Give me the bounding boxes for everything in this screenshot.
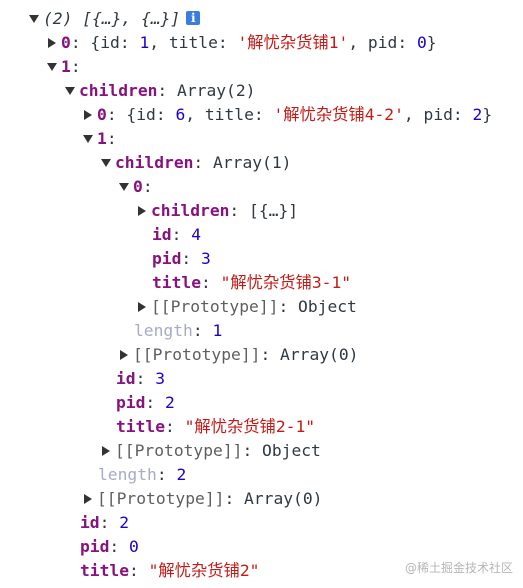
children-l3-row[interactable]: children: [{…}] xyxy=(137,199,298,223)
grandchild-0-row[interactable]: 0: xyxy=(119,175,153,199)
property-value: [{…}] xyxy=(249,201,299,220)
property-value: Array(1) xyxy=(213,153,292,172)
collapse-triangle-icon[interactable] xyxy=(101,158,111,167)
prototype-key: [[Prototype]] xyxy=(115,441,243,460)
l1-prototype-row[interactable]: [[Prototype]]: Array(0) xyxy=(83,487,322,511)
item-1-row[interactable]: 1: xyxy=(47,55,81,79)
children-l2-row[interactable]: children: Array(1) xyxy=(101,151,291,175)
child-0-row[interactable]: 0: {id: 6, title: '解忧杂货铺4-2', pid: 2} xyxy=(83,103,492,127)
item-0-row[interactable]: 0: {id: 1, title: '解忧杂货铺1', pid: 0} xyxy=(47,31,437,55)
collapse-triangle-icon[interactable] xyxy=(47,62,57,71)
deep-id-row: id: 4 xyxy=(152,225,202,244)
property-value: 2 xyxy=(165,393,175,412)
preview-pid: 2 xyxy=(472,105,483,124)
preview-text: , pid: xyxy=(403,105,473,124)
item-key: 0 xyxy=(61,33,71,52)
prototype-value: Array(0) xyxy=(280,345,359,364)
property-key: children xyxy=(151,201,230,220)
prototype-value: Object xyxy=(262,441,321,460)
property-value: 3 xyxy=(201,249,211,268)
collapse-triangle-icon[interactable] xyxy=(119,182,129,191)
property-key: title xyxy=(152,273,202,292)
prototype-value: Array(0) xyxy=(244,489,323,508)
prototype-key: [[Prototype]] xyxy=(151,297,279,316)
expand-triangle-icon[interactable] xyxy=(138,301,146,312)
watermark: @稀土掘金技术社区 xyxy=(404,561,513,575)
expand-triangle-icon[interactable] xyxy=(84,493,92,504)
preview-title: '解忧杂货铺1' xyxy=(237,33,349,52)
preview-text: {id: xyxy=(90,33,140,52)
length-value: 1 xyxy=(212,321,223,340)
prototype-value: Object xyxy=(298,297,357,316)
preview-text: {id: xyxy=(126,105,176,124)
deep-prototype-row[interactable]: [[Prototype]]: Object xyxy=(137,295,357,319)
expand-triangle-icon[interactable] xyxy=(84,109,92,120)
length-value: 2 xyxy=(176,465,187,484)
property-key: pid xyxy=(80,537,110,556)
preview-text: } xyxy=(482,105,493,124)
preview-title: '解忧杂货铺4-2' xyxy=(273,105,404,124)
property-key: pid xyxy=(152,249,182,268)
l2-length-row: length: 1 xyxy=(134,321,223,340)
mid-pid-row: pid: 2 xyxy=(116,393,175,412)
children-l1-row[interactable]: children: Array(2) xyxy=(65,79,255,103)
item-key: 1 xyxy=(97,129,107,148)
expand-triangle-icon[interactable] xyxy=(120,349,128,360)
collapse-triangle-icon[interactable] xyxy=(83,134,93,143)
property-key: title xyxy=(80,561,130,580)
preview-text: } xyxy=(426,33,437,52)
array-summary: (2) [{…}, {…}] xyxy=(43,9,181,28)
item-key: 1 xyxy=(61,57,71,76)
deep-title-row: title: "解忧杂货铺3-1" xyxy=(152,273,352,292)
preview-id: 6 xyxy=(175,105,186,124)
expand-triangle-icon[interactable] xyxy=(48,37,56,48)
property-value: 2 xyxy=(119,513,130,532)
property-value: "解忧杂货铺2-1" xyxy=(184,417,316,436)
property-value: Array(2) xyxy=(177,81,256,100)
length-key: length xyxy=(98,465,157,484)
prototype-key: [[Prototype]] xyxy=(97,489,225,508)
item-key: 0 xyxy=(133,177,143,196)
top-title-row: title: "解忧杂货铺2" xyxy=(80,561,260,580)
property-value: "解忧杂货铺3-1" xyxy=(220,273,352,292)
property-key: children xyxy=(115,153,194,172)
expand-triangle-icon[interactable] xyxy=(102,445,110,456)
child-1-row[interactable]: 1: xyxy=(83,127,117,151)
preview-text: , title: xyxy=(185,105,274,124)
property-key: id xyxy=(116,369,136,388)
mid-title-row: title: "解忧杂货铺2-1" xyxy=(116,417,316,436)
deep-pid-row: pid: 3 xyxy=(152,249,211,268)
property-value: 0 xyxy=(129,537,139,556)
preview-text: , title: xyxy=(149,33,238,52)
collapse-triangle-icon[interactable] xyxy=(29,14,39,23)
property-key: id xyxy=(80,513,100,532)
mid-prototype-row[interactable]: [[Prototype]]: Object xyxy=(101,439,321,463)
property-key: title xyxy=(116,417,166,436)
root-array-row[interactable]: (2) [{…}, {…}] i xyxy=(29,7,201,31)
l1-length-row: length: 2 xyxy=(98,465,187,484)
length-key: length xyxy=(134,321,193,340)
top-pid-row: pid: 0 xyxy=(80,537,139,556)
preview-text: , pid: xyxy=(348,33,417,52)
item-key: 0 xyxy=(97,105,107,124)
property-key: pid xyxy=(116,393,146,412)
expand-triangle-icon[interactable] xyxy=(138,205,146,216)
property-value: 3 xyxy=(155,369,166,388)
property-key: id xyxy=(152,225,172,244)
top-id-row: id: 2 xyxy=(80,513,130,532)
prototype-key: [[Prototype]] xyxy=(133,345,261,364)
preview-id: 1 xyxy=(139,33,150,52)
preview-pid: 0 xyxy=(416,33,427,52)
property-value: 4 xyxy=(191,225,202,244)
info-icon[interactable]: i xyxy=(186,10,201,25)
collapse-triangle-icon[interactable] xyxy=(65,86,75,95)
mid-id-row: id: 3 xyxy=(116,369,166,388)
property-key: children xyxy=(79,81,158,100)
property-value: "解忧杂货铺2" xyxy=(148,561,260,580)
l2-prototype-row[interactable]: [[Prototype]]: Array(0) xyxy=(119,343,358,367)
